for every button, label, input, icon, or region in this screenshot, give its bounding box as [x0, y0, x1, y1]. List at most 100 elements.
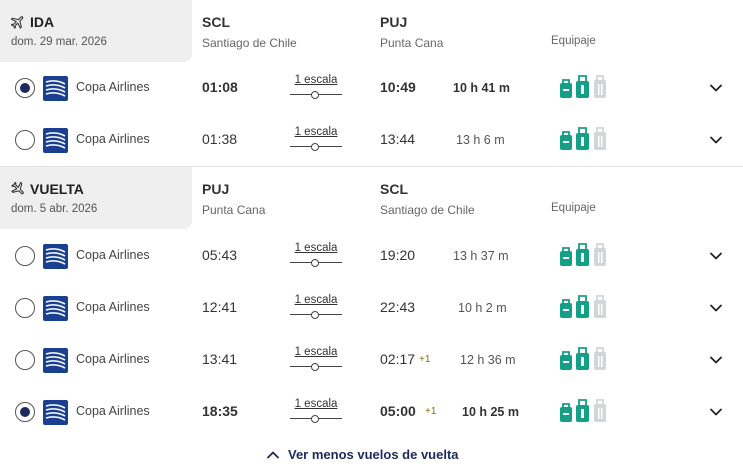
flight-row[interactable]: Copa Airlines 12:41 1 escala 22:43 10 h …	[0, 282, 743, 334]
baggage-icons	[560, 399, 606, 422]
checked-bag-icon	[594, 295, 606, 318]
return-baggage-header: Equipaje	[551, 202, 596, 214]
flight-row[interactable]: Copa Airlines 01:38 1 escala 13:44 13 h …	[0, 114, 743, 166]
stops-indicator[interactable]: 1 escala	[290, 242, 342, 272]
next-day-indicator: +1	[419, 354, 431, 365]
return-direction-label: VUELTA	[30, 181, 84, 197]
flight-duration: 10 h 2 m	[458, 301, 507, 315]
stops-label[interactable]: 1 escala	[290, 74, 342, 86]
stop-dot	[311, 90, 319, 99]
carry-on-icon	[576, 347, 589, 370]
stops-label[interactable]: 1 escala	[290, 294, 342, 306]
chevron-down-icon[interactable]	[707, 79, 725, 97]
personal-item-icon	[560, 299, 572, 318]
return-destination-code: SCL	[380, 181, 408, 197]
checked-bag-icon	[594, 127, 606, 150]
stops-indicator[interactable]: 1 escala	[290, 74, 342, 104]
baggage-icons	[560, 243, 606, 266]
stop-dot	[311, 310, 319, 319]
plane-landing-icon	[11, 181, 24, 195]
show-less-label: Ver menos vuelos de vuelta	[288, 447, 459, 462]
stop-dot	[311, 362, 319, 371]
return-section: VUELTA dom. 5 abr. 2026 PUJ Punta Cana S…	[0, 167, 743, 472]
flight-select-radio[interactable]	[15, 78, 35, 98]
outbound-destination-code: PUJ	[380, 14, 408, 30]
flight-select-radio[interactable]	[15, 298, 35, 318]
flight-row[interactable]: Copa Airlines 01:08 1 escala 10:49 10 h …	[0, 62, 743, 114]
flight-duration: 12 h 36 m	[460, 353, 516, 367]
checked-bag-icon	[594, 243, 606, 266]
airline-name: Copa Airlines	[76, 80, 150, 94]
flight-duration: 13 h 6 m	[456, 133, 505, 147]
checked-bag-icon	[594, 75, 606, 98]
copa-airlines-logo	[43, 244, 68, 269]
flight-select-radio[interactable]	[15, 246, 35, 266]
stops-indicator[interactable]: 1 escala	[290, 126, 342, 156]
return-origin-code: PUJ	[202, 181, 230, 197]
outbound-section: IDA dom. 29 mar. 2026 SCL Santiago de Ch…	[0, 0, 743, 166]
personal-item-icon	[560, 403, 572, 422]
outbound-direction-label: IDA	[30, 14, 55, 30]
outbound-date: dom. 29 mar. 2026	[11, 36, 107, 48]
airline-name: Copa Airlines	[76, 248, 150, 262]
departure-time: 01:08	[202, 79, 238, 95]
copa-airlines-logo	[43, 400, 68, 425]
copa-airlines-logo	[43, 296, 68, 321]
chevron-down-icon[interactable]	[707, 299, 725, 317]
flight-row[interactable]: Copa Airlines 18:35 1 escala 05:00 +1 10…	[0, 386, 743, 438]
outbound-title: IDA	[10, 14, 54, 30]
flight-row[interactable]: Copa Airlines 13:41 1 escala 02:17 +1 12…	[0, 334, 743, 386]
return-origin-city: Punta Cana	[202, 203, 266, 217]
chevron-down-icon[interactable]	[707, 247, 725, 265]
baggage-icons	[560, 75, 606, 98]
return-date: dom. 5 abr. 2026	[11, 203, 98, 215]
flight-duration: 13 h 37 m	[453, 249, 509, 263]
copa-airlines-logo	[43, 76, 68, 101]
outbound-origin-city: Santiago de Chile	[202, 36, 297, 50]
checked-bag-icon	[594, 347, 606, 370]
stops-label[interactable]: 1 escala	[290, 242, 342, 254]
outbound-destination-city: Punta Cana	[380, 36, 444, 50]
chevron-down-icon[interactable]	[707, 351, 725, 369]
stops-indicator[interactable]: 1 escala	[290, 398, 342, 428]
baggage-icons	[560, 347, 606, 370]
personal-item-icon	[560, 247, 572, 266]
arrival-time: 02:17	[380, 351, 416, 367]
stop-dot	[311, 414, 319, 423]
show-less-return-flights-button[interactable]: Ver menos vuelos de vuelta	[266, 447, 459, 462]
next-day-indicator: +1	[425, 406, 437, 417]
airline-name: Copa Airlines	[76, 132, 150, 146]
stops-label[interactable]: 1 escala	[290, 398, 342, 410]
airline-name: Copa Airlines	[76, 404, 150, 418]
departure-time: 18:35	[202, 403, 238, 419]
flight-duration: 10 h 41 m	[453, 81, 510, 95]
airline-name: Copa Airlines	[76, 352, 150, 366]
flight-select-radio[interactable]	[15, 130, 35, 150]
stop-dot	[311, 258, 319, 267]
stops-label[interactable]: 1 escala	[290, 346, 342, 358]
flight-select-radio[interactable]	[15, 350, 35, 370]
carry-on-icon	[576, 295, 589, 318]
return-header-box: VUELTA dom. 5 abr. 2026	[0, 167, 192, 229]
departure-time: 01:38	[202, 131, 238, 147]
carry-on-icon	[576, 243, 589, 266]
plane-takeoff-icon	[10, 16, 24, 29]
flight-row[interactable]: Copa Airlines 05:43 1 escala 19:20 13 h …	[0, 230, 743, 282]
arrival-time: 19:20	[380, 247, 416, 263]
stops-indicator[interactable]: 1 escala	[290, 346, 342, 376]
copa-airlines-logo	[43, 128, 68, 153]
chevron-down-icon[interactable]	[707, 403, 725, 421]
flight-duration: 10 h 25 m	[462, 405, 519, 419]
baggage-icons	[560, 127, 606, 150]
personal-item-icon	[560, 131, 572, 150]
checked-bag-icon	[594, 399, 606, 422]
departure-time: 12:41	[202, 299, 238, 315]
chevron-down-icon[interactable]	[707, 131, 725, 149]
stops-label[interactable]: 1 escala	[290, 126, 342, 138]
departure-time: 05:43	[202, 247, 238, 263]
airline-name: Copa Airlines	[76, 300, 150, 314]
outbound-origin-code: SCL	[202, 14, 230, 30]
carry-on-icon	[576, 127, 589, 150]
stops-indicator[interactable]: 1 escala	[290, 294, 342, 324]
flight-select-radio[interactable]	[15, 402, 35, 422]
